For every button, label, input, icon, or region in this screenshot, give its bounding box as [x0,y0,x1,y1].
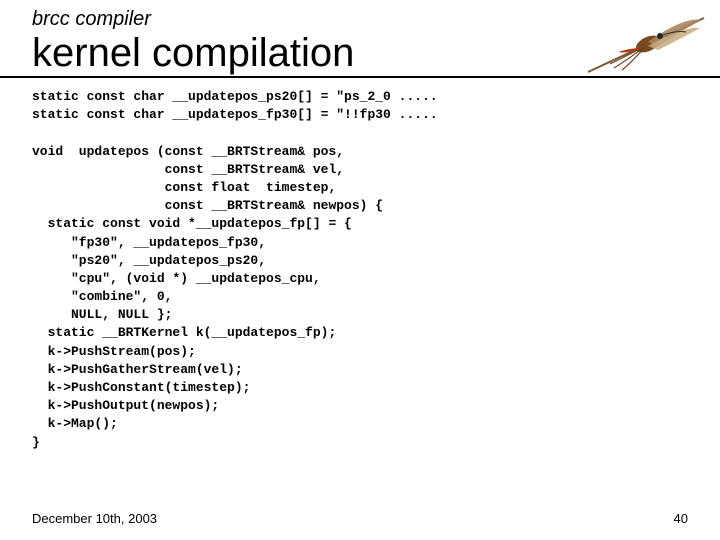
code-line: static const char __updatepos_ps20[] = "… [32,89,438,104]
code-line: void updatepos (const __BRTStream& pos, [32,144,344,159]
code-line: "fp30", __updatepos_fp30, [32,235,266,250]
code-line: k->PushGatherStream(vel); [32,362,243,377]
code-block: static const char __updatepos_ps20[] = "… [0,78,720,452]
fishing-fly-image [586,6,706,76]
code-line: static __BRTKernel k(__updatepos_fp); [32,325,336,340]
slide-header: brcc compiler kernel compilation [0,0,720,78]
code-line: static const void *__updatepos_fp[] = { [32,216,352,231]
code-line: k->PushStream(pos); [32,344,196,359]
footer-date: December 10th, 2003 [32,511,157,526]
code-line: NULL, NULL }; [32,307,172,322]
code-line: "ps20", __updatepos_ps20, [32,253,266,268]
code-line: static const char __updatepos_fp30[] = "… [32,107,438,122]
slide-footer: December 10th, 2003 40 [32,511,688,526]
code-line: const __BRTStream& vel, [32,162,344,177]
code-line: k->Map(); [32,416,118,431]
code-line: } [32,435,40,450]
code-line: k->PushOutput(newpos); [32,398,219,413]
code-line: k->PushConstant(timestep); [32,380,250,395]
code-line: const __BRTStream& newpos) { [32,198,383,213]
code-line: "cpu", (void *) __updatepos_cpu, [32,271,321,286]
code-line: "combine", 0, [32,289,172,304]
code-line: const float timestep, [32,180,336,195]
footer-page-number: 40 [674,511,688,526]
